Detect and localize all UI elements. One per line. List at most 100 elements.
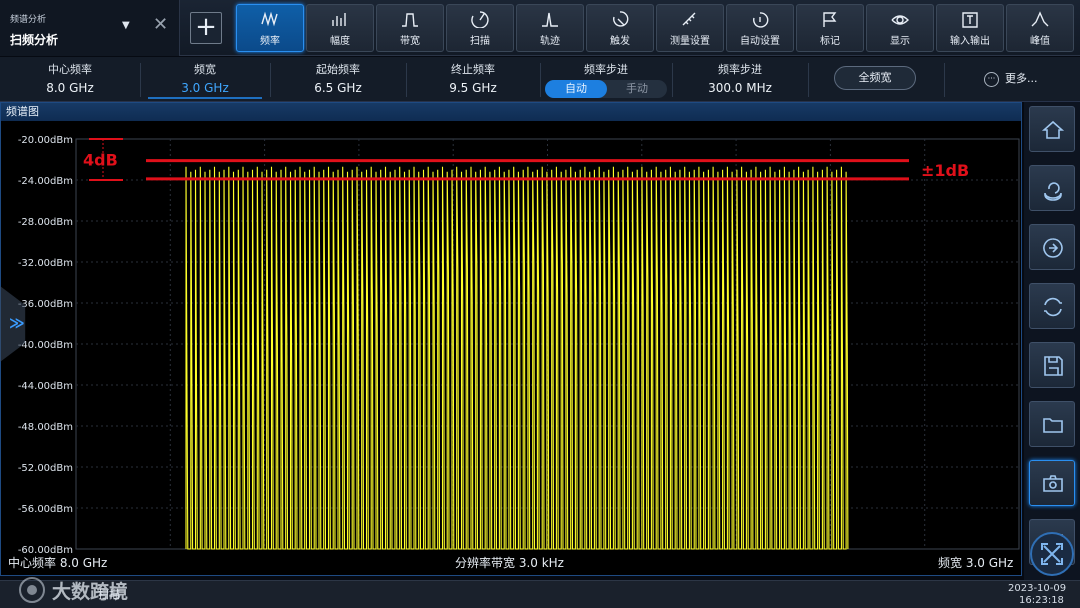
footer-span: 频宽 3.0 GHz — [938, 556, 1014, 570]
y-tick-label: -32.00dBm — [18, 258, 73, 269]
toolbar-button-amplitude[interactable]: 幅度 — [306, 4, 374, 52]
more-label: 更多... — [1005, 72, 1038, 85]
footer-rbw: 分辨率带宽 3.0 kHz — [455, 556, 564, 570]
sidebar-button-screenshot[interactable] — [1029, 460, 1075, 506]
full-span-button[interactable]: 全频宽 — [834, 66, 916, 90]
stop-frequency-field[interactable]: 终止频率 9.5 GHz — [406, 57, 540, 102]
span-field[interactable]: 频宽 3.0 GHz — [140, 57, 270, 102]
mode-selector[interactable]: 频谱分析 扫频分析 ▼ ✕ — [0, 0, 180, 56]
spectrum-window: 频谱图 -20.00dBm -24.00dBm -28.00dBm -32.00dBm… — [0, 102, 1022, 576]
frequency-step-field[interactable]: 频率步进 300.0 MHz — [672, 57, 808, 102]
amplitude-icon — [332, 13, 346, 26]
spectrum-analyzer-app: 频谱分析 扫频分析 ▼ ✕ + 频率 幅度 带宽 扫描 轨迹 触发 测量设置 自动设置 标记 显示… — [0, 0, 1080, 608]
toolbar-button-trace[interactable]: 轨迹 — [516, 4, 584, 52]
step-auto-option[interactable]: 自动 — [545, 80, 607, 98]
span-value: 3.0 GHz — [181, 81, 229, 95]
next-icon — [1043, 238, 1063, 258]
center-frequency-value: 8.0 GHz — [46, 81, 94, 95]
y-tick-label: -40.00dBm — [18, 340, 73, 351]
screenshot-icon — [1043, 475, 1063, 492]
toolbar-button-trigger[interactable]: 触发 — [586, 4, 654, 52]
status-bar — [0, 580, 1080, 608]
sidebar-button-save[interactable] — [1029, 342, 1075, 388]
spectrum-plot[interactable]: -20.00dBm -24.00dBm -28.00dBm -32.00dBm -36.… — [1, 121, 1021, 575]
frequency-step-mode-label: 频率步进 — [584, 63, 628, 76]
y-tick-label: -44.00dBm — [18, 381, 73, 392]
start-frequency-value: 6.5 GHz — [314, 81, 362, 95]
toolbar-button-label: 测量设置 — [670, 36, 710, 47]
annotation-1db-label: ±1dB — [921, 161, 969, 180]
auto-setup-icon — [753, 12, 769, 28]
sweep-icon — [471, 11, 489, 28]
trigger-icon — [613, 11, 629, 27]
measure-icon — [682, 12, 696, 26]
status-date: 2023-10-09 — [1008, 583, 1067, 594]
toolbar-button-label: 扫描 — [470, 36, 490, 47]
display-icon — [891, 15, 909, 25]
toolbar-button-bandwidth[interactable]: 带宽 — [376, 4, 444, 52]
save-icon — [1044, 356, 1063, 376]
y-tick-label: -20.00dBm — [18, 135, 73, 146]
toolbar-button-label: 带宽 — [400, 36, 420, 47]
step-manual-option[interactable]: 手动 — [607, 80, 667, 98]
y-tick-label: -48.00dBm — [18, 422, 73, 433]
quick-menu-button[interactable] — [1030, 532, 1074, 576]
frequency-step-value: 300.0 MHz — [708, 81, 772, 95]
add-mode-button[interactable]: + — [190, 12, 222, 44]
right-sidebar — [1024, 102, 1080, 580]
center-frequency-label: 中心频率 — [48, 63, 92, 76]
start-frequency-label: 起始频率 — [316, 63, 360, 76]
sidebar-button-restore[interactable] — [1029, 165, 1075, 211]
footer-center-frequency: 中心频率 8.0 GHz — [8, 556, 108, 570]
toolbar-button-display[interactable]: 显示 — [866, 4, 934, 52]
toolbar-button-peak[interactable]: 峰值 — [1006, 4, 1074, 52]
toolbar-button-auto-setup[interactable]: 自动设置 — [726, 4, 794, 52]
chevron-down-icon[interactable]: ▼ — [122, 20, 130, 31]
toolbar-button-label: 频率 — [260, 36, 280, 47]
toolbar-button-label: 触发 — [610, 36, 630, 47]
peak-icon — [1031, 11, 1049, 27]
toolbar-button-frequency[interactable]: 频率 — [236, 4, 304, 52]
spectrum-title: 频谱图 — [1, 103, 1021, 121]
folder-icon — [1043, 418, 1063, 433]
toolbar-button-label: 显示 — [890, 36, 910, 47]
home-icon — [1041, 120, 1065, 139]
sidebar-button-refresh[interactable] — [1029, 283, 1075, 329]
y-tick-label: -56.00dBm — [18, 504, 73, 515]
trace-line — [185, 166, 849, 550]
stop-frequency-label: 终止频率 — [451, 63, 495, 76]
refresh-icon — [1044, 297, 1062, 317]
stop-frequency-value: 9.5 GHz — [449, 81, 497, 95]
trace-icon — [542, 12, 558, 27]
status-time: 16:23:18 — [1019, 595, 1064, 606]
top-toolbar: 频谱分析 扫频分析 ▼ ✕ + 频率 幅度 带宽 扫描 轨迹 触发 测量设置 自动设置 标记 显示… — [0, 0, 1080, 56]
sidebar-button-home[interactable] — [1029, 106, 1075, 152]
scan-status: 扫描 — [98, 588, 120, 601]
sidebar-button-next[interactable] — [1029, 224, 1075, 270]
toolbar-button-measure[interactable]: 测量设置 — [656, 4, 724, 52]
mode-subtitle: 频谱分析 — [10, 15, 47, 25]
parameter-bar: 中心频率 8.0 GHz 频宽 3.0 GHz 起始频率 6.5 GHz 终止频… — [0, 57, 1080, 102]
toolbar-button-sweep[interactable]: 扫描 — [446, 4, 514, 52]
toolbar-button-label: 幅度 — [330, 36, 350, 47]
y-tick-label: -36.00dBm — [18, 299, 73, 310]
restore-icon — [1044, 182, 1062, 201]
toolbar-button-io[interactable]: 输入输出 — [936, 4, 1004, 52]
toolbar-button-marker[interactable]: 标记 — [796, 4, 864, 52]
toolbar-button-label: 轨迹 — [540, 36, 560, 47]
frequency-step-label: 频率步进 — [718, 63, 762, 76]
mode-title: 扫频分析 — [10, 33, 59, 47]
start-frequency-field[interactable]: 起始频率 6.5 GHz — [270, 57, 406, 102]
sidebar-button-folder[interactable] — [1029, 401, 1075, 447]
center-frequency-field[interactable]: 中心频率 8.0 GHz — [0, 57, 140, 102]
cross-arrows-icon — [1041, 543, 1063, 565]
frequency-icon — [261, 11, 278, 27]
close-icon[interactable]: ✕ — [153, 16, 168, 34]
more-button[interactable]: ··· 更多... — [984, 70, 1038, 87]
bandwidth-icon — [402, 13, 418, 27]
y-tick-label: -24.00dBm — [18, 176, 73, 187]
expand-arrow-icon[interactable]: ≫ — [9, 314, 25, 332]
toolbar-button-label: 自动设置 — [740, 36, 780, 47]
toolbar-button-label: 输入输出 — [950, 36, 990, 47]
frequency-step-toggle[interactable]: 自动 手动 — [545, 80, 667, 98]
